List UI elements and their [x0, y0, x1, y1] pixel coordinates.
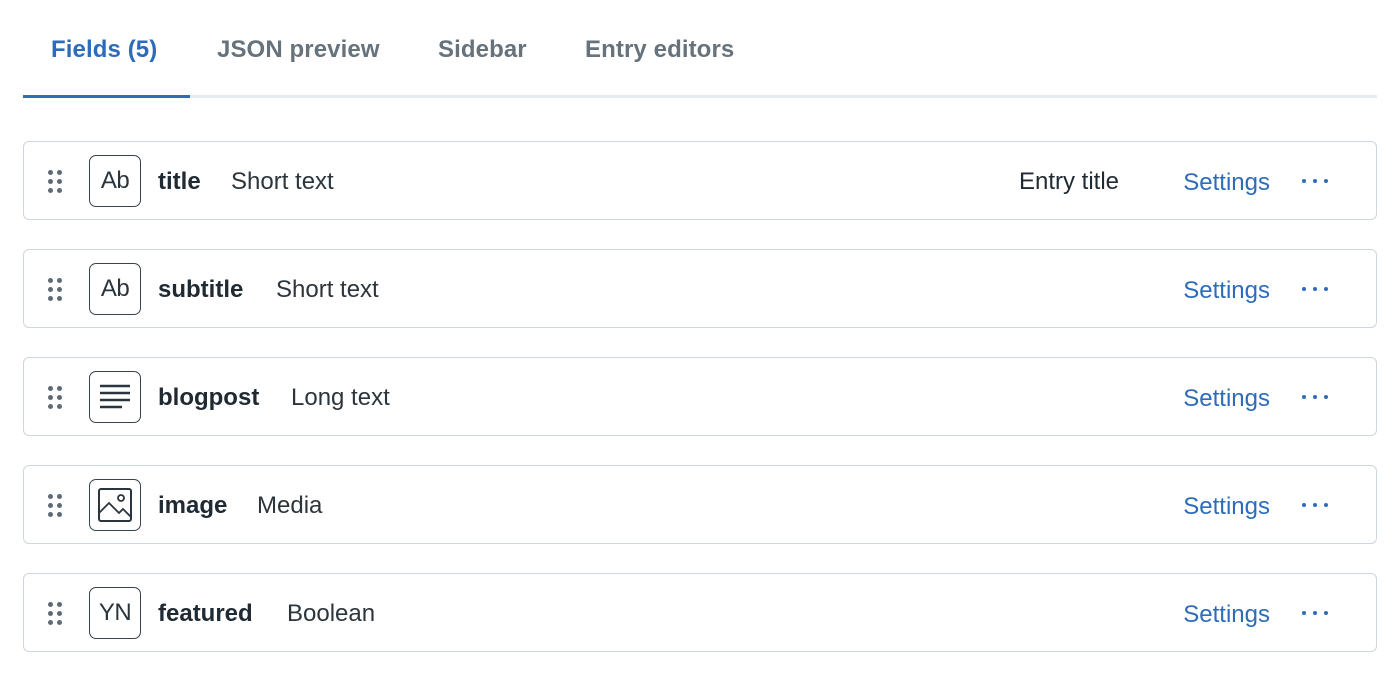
field-type: Boolean: [287, 600, 376, 627]
short-text-icon: Ab: [89, 155, 141, 207]
tab-bar: Fields (5) JSON preview Sidebar Entry ed…: [23, 0, 1377, 98]
more-actions-icon[interactable]: [1300, 385, 1330, 409]
settings-link[interactable]: Settings: [1183, 574, 1270, 653]
field-name: featured: [158, 600, 253, 627]
field-row-title: Ab title Short text Entry title Settings: [23, 141, 1377, 220]
more-actions-icon[interactable]: [1300, 277, 1330, 301]
tab-json-preview[interactable]: JSON preview: [217, 0, 380, 98]
drag-handle-icon[interactable]: [48, 278, 64, 302]
field-type: Short text: [231, 168, 334, 195]
settings-link[interactable]: Settings: [1183, 358, 1270, 437]
entry-title-badge: Entry title: [1018, 168, 1119, 195]
field-name: blogpost: [158, 384, 260, 411]
field-name: title: [158, 168, 201, 195]
drag-handle-icon[interactable]: [48, 494, 64, 518]
more-actions-icon[interactable]: [1300, 493, 1330, 517]
field-row-image: image Media Settings: [23, 465, 1377, 544]
field-type: Media: [257, 492, 323, 519]
long-text-icon: [89, 371, 141, 423]
active-tab-indicator: [23, 95, 190, 98]
more-actions-icon[interactable]: [1300, 169, 1330, 193]
field-type: Short text: [276, 276, 379, 303]
settings-link[interactable]: Settings: [1183, 142, 1270, 221]
boolean-icon: YN: [89, 587, 141, 639]
field-name: image: [158, 492, 228, 519]
short-text-icon: Ab: [89, 263, 141, 315]
field-name: subtitle: [158, 276, 244, 303]
field-row-featured: YN featured Boolean Settings: [23, 573, 1377, 652]
field-row-blogpost: blogpost Long text Settings: [23, 357, 1377, 436]
media-icon: [89, 479, 141, 531]
tab-entry-editors[interactable]: Entry editors: [585, 0, 734, 98]
tab-sidebar[interactable]: Sidebar: [438, 0, 527, 98]
tab-fields[interactable]: Fields (5): [51, 0, 157, 98]
field-type: Long text: [291, 384, 390, 411]
settings-link[interactable]: Settings: [1183, 250, 1270, 329]
drag-handle-icon[interactable]: [48, 602, 64, 626]
field-row-subtitle: Ab subtitle Short text Settings: [23, 249, 1377, 328]
more-actions-icon[interactable]: [1300, 601, 1330, 625]
settings-link[interactable]: Settings: [1183, 466, 1270, 545]
drag-handle-icon[interactable]: [48, 386, 64, 410]
drag-handle-icon[interactable]: [48, 170, 64, 194]
field-list: Ab title Short text Entry title Settings…: [23, 141, 1377, 681]
